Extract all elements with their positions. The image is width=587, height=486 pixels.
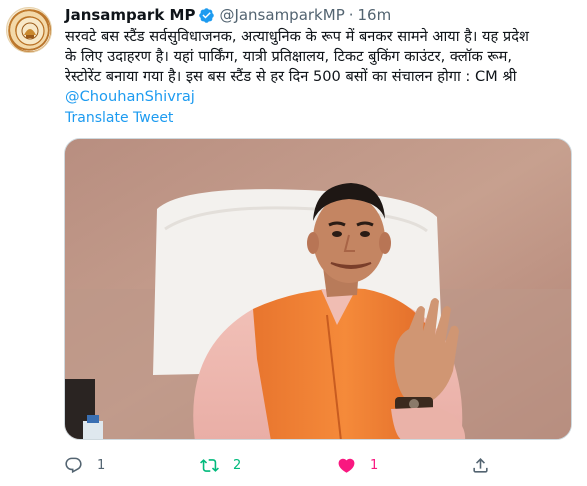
- like-count: 1: [370, 457, 379, 473]
- user-handle[interactable]: @JansamparkMP: [219, 6, 344, 24]
- display-name[interactable]: Jansampark MP: [65, 6, 195, 24]
- tweet-header: Jansampark MP @JansamparkMP · 16m: [65, 5, 391, 25]
- reply-button[interactable]: 1: [64, 452, 105, 478]
- reply-icon: [65, 457, 82, 473]
- tweet-text-line: सरवटे बस स्टैंड सर्वसुविधाजनक, अत्याधुनि…: [65, 28, 529, 45]
- retweet-button[interactable]: 2: [200, 452, 241, 478]
- verified-badge-icon: [198, 7, 215, 24]
- tweet-text: सरवटे बस स्टैंड सर्वसुविधाजनक, अत्याधुनि…: [65, 27, 570, 107]
- retweet-icon: [200, 458, 219, 472]
- tweet-text-line: रेस्टोरेंट बनाया गया है। इस बस स्टैंड से…: [65, 68, 517, 85]
- separator-dot: ·: [348, 6, 354, 24]
- mention-link[interactable]: @ChouhanShivraj: [65, 87, 570, 107]
- photo-content: [65, 139, 571, 439]
- tweet-card[interactable]: Jansampark MP @JansamparkMP · 16m सरवटे …: [0, 0, 587, 486]
- retweet-count: 2: [233, 457, 242, 473]
- heart-icon: [338, 458, 355, 473]
- like-button[interactable]: 1: [337, 452, 378, 478]
- tweet-actions: 1 2 1: [62, 452, 502, 478]
- tweet-text-line: के लिए उदाहरण है। यहां पार्किंग, यात्री …: [65, 48, 513, 65]
- avatar[interactable]: [6, 7, 52, 53]
- translate-tweet-link[interactable]: Translate Tweet: [65, 110, 173, 126]
- tweet-media-photo[interactable]: [64, 138, 572, 440]
- reply-count: 1: [97, 457, 106, 473]
- share-button[interactable]: [471, 452, 490, 478]
- tweet-timestamp[interactable]: 16m: [358, 6, 392, 24]
- share-icon: [473, 457, 488, 473]
